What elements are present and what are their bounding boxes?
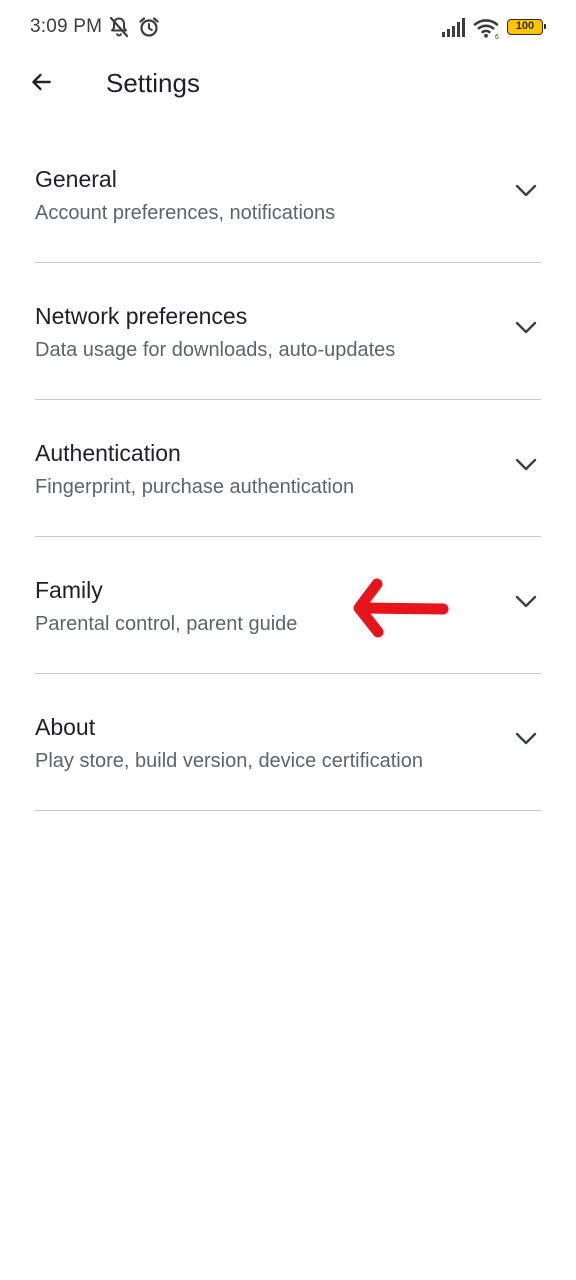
settings-item-title: Network preferences (35, 303, 248, 329)
notifications-off-icon (107, 15, 131, 44)
settings-item-title: About (35, 714, 96, 740)
chevron-down-icon[interactable] (515, 458, 537, 472)
settings-item-authentication[interactable]: Authentication Fingerprint, purchase aut… (35, 400, 541, 537)
settings-item-family[interactable]: Family Parental control, parent guide (35, 537, 541, 674)
settings-item-subtitle: Data usage for downloads, auto-updates (35, 339, 396, 361)
chevron-down-icon[interactable] (515, 184, 537, 198)
battery-icon: 100 (507, 19, 546, 35)
settings-item-title: Family (35, 577, 103, 603)
svg-text:6: 6 (495, 34, 499, 40)
settings-item-title: General (35, 166, 117, 192)
settings-item-network-preferences[interactable]: Network preferences Data usage for downl… (35, 263, 541, 400)
chevron-down-icon[interactable] (515, 732, 537, 746)
settings-item-general[interactable]: General Account preferences, notificatio… (35, 126, 541, 263)
settings-item-subtitle: Fingerprint, purchase authentication (35, 476, 355, 498)
settings-item-subtitle: Parental control, parent guide (35, 613, 298, 635)
back-button[interactable] (21, 64, 61, 104)
status-bar: 3:09 PM 6 100 (0, 0, 576, 56)
settings-item-subtitle: Play store, build version, device certif… (35, 750, 423, 772)
chevron-down-icon[interactable] (515, 595, 537, 609)
wifi-icon: 6 (472, 16, 502, 45)
settings-item-subtitle: Account preferences, notifications (35, 202, 336, 224)
settings-list: General Account preferences, notificatio… (35, 126, 541, 811)
alarm-icon (137, 15, 161, 44)
arrow-back-icon (28, 69, 54, 100)
status-time: 3:09 PM (30, 16, 103, 37)
app-bar: Settings (0, 56, 576, 112)
settings-item-title: Authentication (35, 440, 181, 466)
page-title: Settings (106, 68, 200, 98)
signal-icon (441, 17, 467, 44)
chevron-down-icon[interactable] (515, 321, 537, 335)
settings-item-about[interactable]: About Play store, build version, device … (35, 674, 541, 811)
